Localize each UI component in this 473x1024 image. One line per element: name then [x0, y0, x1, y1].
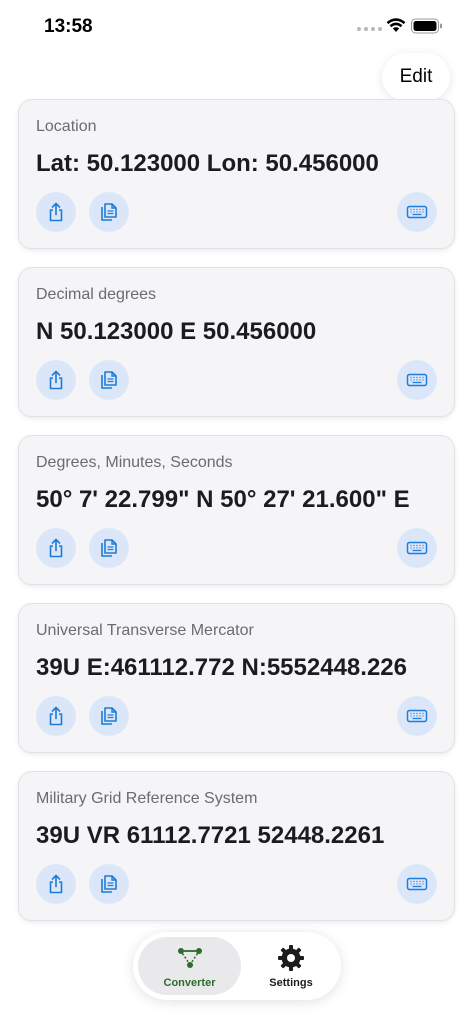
- share-button[interactable]: [36, 192, 76, 232]
- keyboard-icon: [406, 205, 428, 219]
- keyboard-button[interactable]: [397, 360, 437, 400]
- battery-icon: [411, 18, 442, 34]
- share-button[interactable]: [36, 528, 76, 568]
- copy-button[interactable]: [89, 192, 129, 232]
- share-icon: [49, 538, 63, 558]
- keyboard-icon: [406, 877, 428, 891]
- share-icon: [49, 202, 63, 222]
- share-button[interactable]: [36, 696, 76, 736]
- copy-button[interactable]: [89, 528, 129, 568]
- keyboard-button[interactable]: [397, 696, 437, 736]
- tab-converter[interactable]: Converter: [138, 937, 241, 995]
- share-button[interactable]: [36, 360, 76, 400]
- card-location: Location Lat: 50.123000 Lon: 50.456000: [18, 99, 455, 249]
- cellular-signal-icon: [357, 27, 382, 31]
- card-label: Decimal degrees: [36, 286, 157, 303]
- converter-icon: [177, 948, 202, 968]
- tab-settings[interactable]: Settings: [245, 937, 337, 995]
- share-icon: [49, 706, 63, 726]
- keyboard-icon: [406, 541, 428, 555]
- copy-icon: [101, 539, 117, 557]
- card-label: Military Grid Reference System: [36, 790, 258, 807]
- card-value[interactable]: 39U E:461112.772 N:5552448.226: [36, 654, 407, 682]
- share-icon: [49, 874, 63, 894]
- card-value[interactable]: N 50.123000 E 50.456000: [36, 318, 316, 346]
- card-value[interactable]: 39U VR 61112.7721 52448.2261: [36, 822, 384, 850]
- share-icon: [49, 370, 63, 390]
- keyboard-button[interactable]: [397, 192, 437, 232]
- copy-button[interactable]: [89, 360, 129, 400]
- copy-icon: [101, 203, 117, 221]
- share-button[interactable]: [36, 864, 76, 904]
- gear-icon: [278, 945, 304, 971]
- card-label: Universal Transverse Mercator: [36, 622, 254, 639]
- tab-label: Settings: [269, 977, 313, 989]
- copy-icon: [101, 371, 117, 389]
- keyboard-button[interactable]: [397, 528, 437, 568]
- copy-button[interactable]: [89, 696, 129, 736]
- tab-bar: Converter Settings: [133, 932, 341, 1000]
- copy-icon: [101, 875, 117, 893]
- card-dms: Degrees, Minutes, Seconds 50° 7' 22.799"…: [18, 435, 455, 585]
- card-label: Degrees, Minutes, Seconds: [36, 454, 233, 471]
- card-utm: Universal Transverse Mercator 39U E:4611…: [18, 603, 455, 753]
- card-value[interactable]: Lat: 50.123000 Lon: 50.456000: [36, 150, 379, 178]
- status-time: 13:58: [44, 16, 93, 37]
- keyboard-icon: [406, 373, 428, 387]
- keyboard-icon: [406, 709, 428, 723]
- status-bar: 13:58: [0, 0, 473, 54]
- edit-button[interactable]: Edit: [382, 53, 450, 101]
- card-label: Location: [36, 118, 97, 135]
- copy-icon: [101, 707, 117, 725]
- copy-button[interactable]: [89, 864, 129, 904]
- wifi-icon: [386, 18, 406, 32]
- card-decimal-degrees: Decimal degrees N 50.123000 E 50.456000: [18, 267, 455, 417]
- card-value[interactable]: 50° 7' 22.799" N 50° 27' 21.600" E: [36, 486, 410, 514]
- tab-label: Converter: [163, 977, 216, 989]
- keyboard-button[interactable]: [397, 864, 437, 904]
- card-mgrs: Military Grid Reference System 39U VR 61…: [18, 771, 455, 921]
